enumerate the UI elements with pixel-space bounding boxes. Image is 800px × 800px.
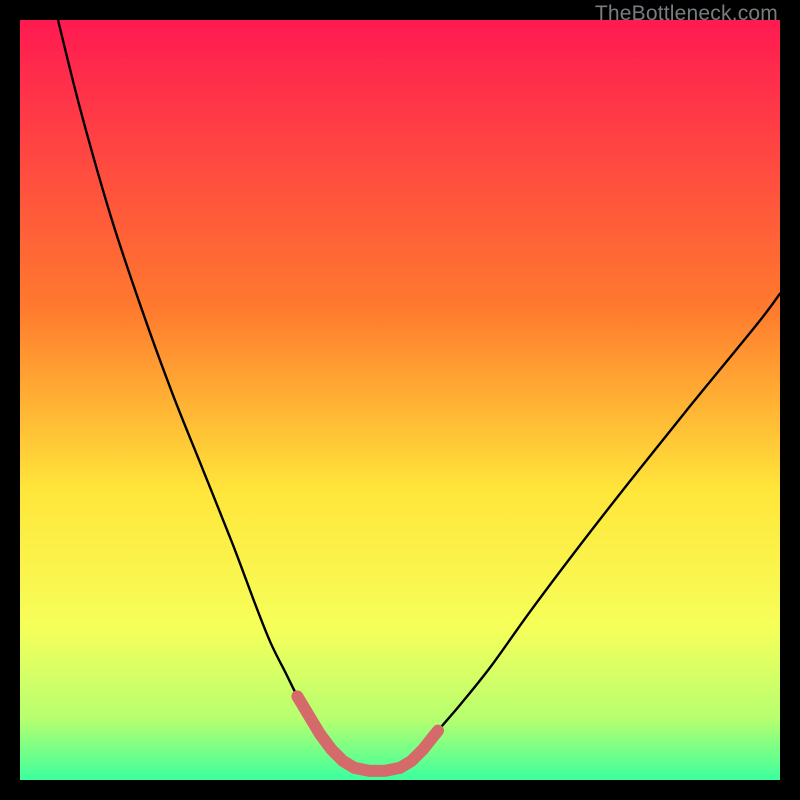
watermark-text: TheBottleneck.com: [595, 2, 778, 26]
frame: TheBottleneck.com: [0, 0, 800, 800]
chart-svg: [20, 20, 780, 780]
gradient-background: [20, 20, 780, 780]
plot-area: [20, 20, 780, 780]
